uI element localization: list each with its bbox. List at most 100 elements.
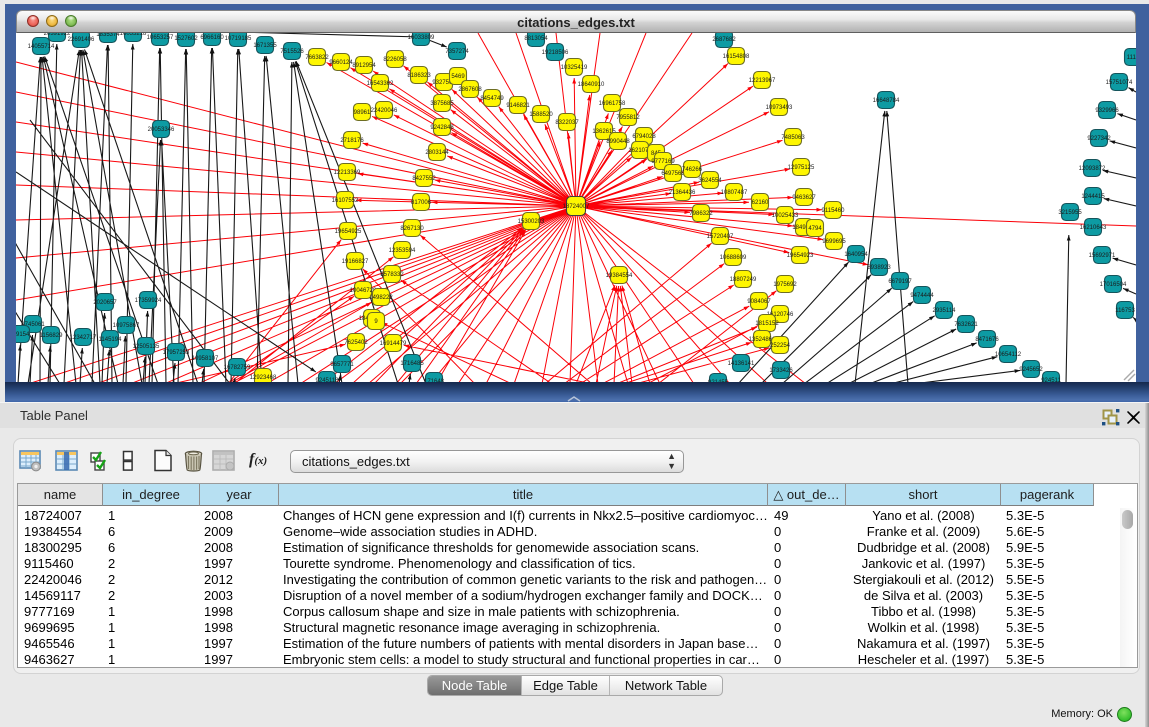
svg-text:2020657: 2020657 xyxy=(93,300,117,306)
svg-text:15300203: 15300203 xyxy=(518,219,545,225)
svg-text:39154: 39154 xyxy=(16,332,30,338)
svg-text:9657771: 9657771 xyxy=(330,362,354,368)
svg-text:10654112: 10654112 xyxy=(995,352,1022,358)
svg-text:18724007: 18724007 xyxy=(563,204,590,210)
svg-text:8322037: 8322037 xyxy=(555,120,579,126)
svg-text:16033809: 16033809 xyxy=(408,35,435,41)
svg-text:14055714: 14055714 xyxy=(28,44,55,50)
svg-text:16961758: 16961758 xyxy=(599,101,626,107)
svg-text:19384554: 19384554 xyxy=(606,273,633,279)
svg-text:3215955: 3215955 xyxy=(1058,210,1082,216)
svg-text:2803144: 2803144 xyxy=(425,150,449,156)
svg-text:2687682: 2687682 xyxy=(712,37,736,43)
svg-text:8813054: 8813054 xyxy=(524,36,548,42)
svg-text:1716485: 1716485 xyxy=(400,361,424,367)
svg-text:1733426: 1733426 xyxy=(769,368,793,374)
svg-text:9146821: 9146821 xyxy=(506,103,530,109)
svg-text:1815152: 1815152 xyxy=(755,321,779,327)
svg-text:16782759: 16782759 xyxy=(224,365,251,371)
svg-text:1671355: 1671355 xyxy=(253,43,277,49)
svg-text:16107552: 16107552 xyxy=(332,198,359,204)
svg-text:10958107: 10958107 xyxy=(192,356,219,362)
svg-text:5469: 5469 xyxy=(451,74,465,80)
svg-text:12923468: 12923468 xyxy=(250,375,277,381)
svg-text:7485063: 7485063 xyxy=(781,135,805,141)
svg-text:6966160: 6966160 xyxy=(200,35,224,41)
svg-text:171648: 171648 xyxy=(424,379,445,382)
svg-text:1156829: 1156829 xyxy=(40,333,64,339)
svg-text:2867608: 2867608 xyxy=(458,87,482,93)
svg-text:12342717: 12342717 xyxy=(70,335,97,341)
svg-text:1588520: 1588520 xyxy=(529,112,553,118)
svg-text:1244415: 1244415 xyxy=(1081,194,1105,200)
svg-text:7357274: 7357274 xyxy=(445,49,469,55)
svg-text:10688609: 10688609 xyxy=(720,255,747,261)
svg-text:6679197: 6679197 xyxy=(888,279,912,285)
svg-text:8226058: 8226058 xyxy=(383,57,407,63)
svg-text:8578332: 8578332 xyxy=(380,272,404,278)
svg-text:19654925: 19654925 xyxy=(335,229,362,235)
svg-text:12213369: 12213369 xyxy=(334,170,361,176)
svg-text:16648784: 16648784 xyxy=(873,98,900,104)
svg-text:9242848: 9242848 xyxy=(430,125,454,131)
svg-text:14136141: 14136141 xyxy=(728,361,755,367)
svg-text:7663822: 7663822 xyxy=(305,55,329,61)
svg-text:8267130: 8267130 xyxy=(400,226,424,232)
svg-text:20053346: 20053346 xyxy=(148,127,175,133)
svg-text:3875685: 3875685 xyxy=(430,101,454,107)
svg-text:9699695: 9699695 xyxy=(822,239,846,245)
svg-text:15720407: 15720407 xyxy=(707,234,734,240)
svg-text:16543362: 16543362 xyxy=(367,81,394,87)
svg-text:1498222: 1498222 xyxy=(369,295,393,301)
svg-text:7632621: 7632621 xyxy=(954,322,978,328)
svg-text:1527602: 1527602 xyxy=(174,36,198,42)
svg-text:8471676: 8471676 xyxy=(975,337,999,343)
svg-text:1975692: 1975692 xyxy=(773,282,797,288)
svg-text:17957253: 17957253 xyxy=(163,350,190,356)
svg-text:7986322: 7986322 xyxy=(689,211,713,217)
svg-text:12213967: 12213967 xyxy=(749,78,776,84)
svg-text:18640910: 18640910 xyxy=(578,82,605,88)
svg-text:9474444: 9474444 xyxy=(910,293,934,299)
svg-text:8186323: 8186323 xyxy=(407,73,431,79)
svg-text:3624554: 3624554 xyxy=(698,178,722,184)
svg-text:12975125: 12975125 xyxy=(788,165,815,171)
svg-text:18807249: 18807249 xyxy=(730,277,757,283)
svg-text:9084067: 9084067 xyxy=(747,299,771,305)
svg-text:98961: 98961 xyxy=(354,110,371,116)
svg-text:252254: 252254 xyxy=(770,343,791,349)
svg-text:22691406: 22691406 xyxy=(68,37,95,43)
svg-text:10973493: 10973493 xyxy=(766,105,793,111)
svg-text:2935114: 2935114 xyxy=(933,308,957,314)
svg-text:16210643: 16210643 xyxy=(1080,225,1107,231)
svg-text:10975867: 10975867 xyxy=(113,323,140,329)
svg-text:8938923: 8938923 xyxy=(867,265,891,271)
svg-text:19218506: 19218506 xyxy=(542,50,569,56)
svg-text:62160: 62160 xyxy=(752,200,769,206)
svg-text:17359924: 17359924 xyxy=(135,298,162,304)
svg-text:9115460: 9115460 xyxy=(822,208,846,214)
svg-text:19654923: 19654923 xyxy=(787,253,814,259)
svg-text:9227342: 9227342 xyxy=(1087,136,1111,142)
svg-text:1145194: 1145194 xyxy=(99,337,123,343)
svg-text:1835374: 1835374 xyxy=(96,33,120,38)
svg-text:9245118: 9245118 xyxy=(316,378,340,382)
svg-text:9463627: 9463627 xyxy=(792,195,816,201)
svg-text:12505135: 12505135 xyxy=(133,344,160,350)
svg-text:10653257: 10653257 xyxy=(147,35,174,41)
svg-text:17016504: 17016504 xyxy=(1100,282,1127,288)
svg-text:12093872: 12093872 xyxy=(1079,166,1106,172)
svg-text:1640954: 1640954 xyxy=(844,252,868,258)
svg-text:7515526: 7515526 xyxy=(280,49,304,55)
svg-text:21364436: 21364436 xyxy=(669,190,696,196)
svg-text:10325419: 10325419 xyxy=(561,65,588,71)
svg-text:9329966: 9329966 xyxy=(1095,108,1119,114)
svg-text:9245652: 9245652 xyxy=(1019,367,1043,373)
svg-text:116753: 116753 xyxy=(1115,308,1135,314)
svg-text:2718176: 2718176 xyxy=(340,138,364,144)
svg-text:15751074: 15751074 xyxy=(1106,80,1133,86)
svg-text:921455: 921455 xyxy=(708,380,729,382)
svg-text:10807487: 10807487 xyxy=(721,190,748,196)
svg-text:22420046: 22420046 xyxy=(371,108,398,114)
svg-text:1112: 1112 xyxy=(1127,55,1136,61)
